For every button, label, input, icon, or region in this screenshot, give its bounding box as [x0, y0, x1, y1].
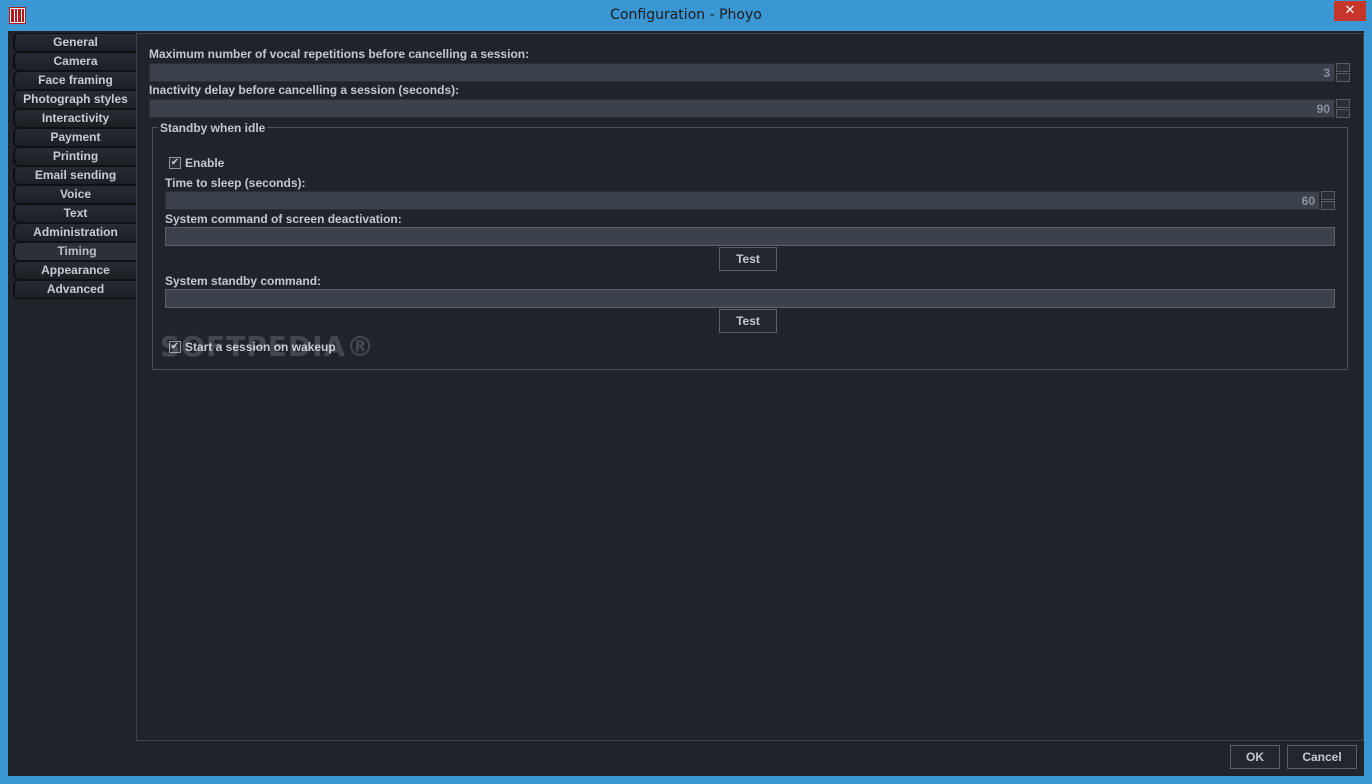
- tab-payment[interactable]: Payment: [13, 128, 137, 147]
- inactivity-spinner[interactable]: 90: [149, 99, 1335, 118]
- sleep-time-spin-buttons[interactable]: [1321, 191, 1335, 210]
- sleep-time-value: 60: [1301, 194, 1315, 208]
- inactivity-spin-buttons[interactable]: [1336, 99, 1350, 118]
- tab-photograph-styles[interactable]: Photograph styles: [13, 90, 137, 109]
- sleep-time-label: Time to sleep (seconds):: [165, 176, 306, 190]
- tab-text[interactable]: Text: [13, 204, 137, 223]
- config-window: Configuration - Phoyo ✕ General Camera Fac…: [0, 0, 1372, 784]
- tab-advanced[interactable]: Advanced: [13, 280, 137, 299]
- spin-up-icon[interactable]: [1336, 63, 1350, 72]
- screen-deactivation-input[interactable]: [165, 227, 1335, 246]
- tab-appearance[interactable]: Appearance: [13, 261, 137, 280]
- enable-checkbox-row[interactable]: ✔ Enable: [169, 156, 224, 170]
- tab-timing[interactable]: Timing: [13, 242, 139, 261]
- max-repetitions-spinner[interactable]: 3: [149, 63, 1335, 82]
- tab-list: General Camera Face framing Photograph styl…: [13, 33, 139, 299]
- tab-list-filler: [13, 299, 137, 740]
- softpedia-watermark: SOFTPEDIA®: [160, 330, 376, 363]
- enable-checkbox[interactable]: ✔: [169, 157, 181, 169]
- spin-down-icon[interactable]: [1336, 73, 1350, 82]
- test-standby-button[interactable]: Test: [719, 309, 777, 333]
- max-repetitions-value: 3: [1323, 66, 1330, 80]
- spin-down-icon[interactable]: [1336, 109, 1350, 118]
- standby-group-title: Standby when idle: [158, 121, 268, 135]
- standby-command-input[interactable]: [165, 289, 1335, 308]
- cancel-button[interactable]: Cancel: [1287, 745, 1357, 769]
- inactivity-label: Inactivity delay before cancelling a ses…: [149, 83, 460, 97]
- timing-panel: Maximum number of vocal repetitions befo…: [136, 33, 1364, 741]
- tab-face-framing[interactable]: Face framing: [13, 71, 137, 90]
- enable-label: Enable: [185, 156, 225, 170]
- window-title: Configuration - Phoyo: [610, 7, 762, 23]
- screen-deactivation-label: System command of screen deactivation:: [165, 212, 402, 226]
- inactivity-value: 90: [1316, 102, 1330, 116]
- client-area: General Camera Face framing Photograph styl…: [8, 31, 1364, 776]
- tab-email-sending[interactable]: Email sending: [13, 166, 137, 185]
- ok-button[interactable]: OK: [1230, 745, 1280, 769]
- tab-general[interactable]: General: [13, 33, 137, 52]
- max-repetitions-label: Maximum number of vocal repetitions befo…: [149, 47, 530, 61]
- title-bar[interactable]: Configuration - Phoyo ✕: [0, 0, 1372, 31]
- close-button[interactable]: ✕: [1334, 1, 1366, 21]
- standby-command-label: System standby command:: [165, 274, 322, 288]
- max-repetitions-spin-buttons[interactable]: [1336, 63, 1350, 82]
- tab-printing[interactable]: Printing: [13, 147, 137, 166]
- tab-administration[interactable]: Administration: [13, 223, 137, 242]
- tab-camera[interactable]: Camera: [13, 52, 137, 71]
- sleep-time-spinner[interactable]: 60: [165, 191, 1320, 210]
- spin-up-icon[interactable]: [1321, 191, 1335, 200]
- test-screen-button[interactable]: Test: [719, 247, 777, 271]
- spin-down-icon[interactable]: [1321, 201, 1335, 210]
- tab-interactivity[interactable]: Interactivity: [13, 109, 137, 128]
- spin-up-icon[interactable]: [1336, 99, 1350, 108]
- tab-voice[interactable]: Voice: [13, 185, 137, 204]
